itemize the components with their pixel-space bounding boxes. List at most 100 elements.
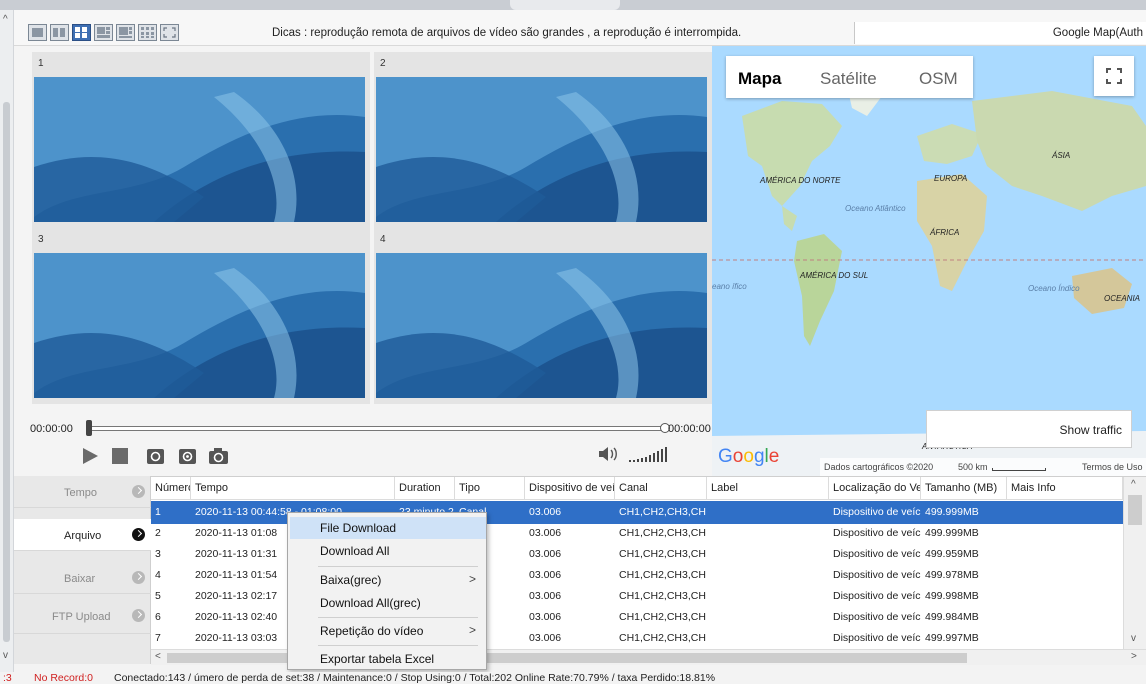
table-cell: 499.978MB [925,569,979,581]
table-cell [707,543,829,566]
playback-slider-handle[interactable] [86,420,92,436]
snapshot-icon[interactable] [208,446,230,466]
table-cell [1007,627,1123,650]
scroll-down-icon[interactable]: v [1131,633,1136,644]
table-cell: Dispositivo de veíc [833,506,921,518]
table-cell: 6 [155,611,161,623]
table-cell: 1 [155,506,161,518]
side-menu-baixar[interactable]: Baixar [14,562,151,594]
map-label-asia: ÁSIA [1052,151,1071,160]
video-grid: 1 2 3 4 [14,46,712,406]
video-cell-2[interactable]: 2 [374,52,712,228]
scroll-up-icon[interactable]: ^ [3,14,8,25]
video-cell-1[interactable]: 1 [32,52,370,228]
layout-4-button[interactable] [72,24,91,41]
scroll-up-icon[interactable]: ^ [1131,479,1136,490]
layout-8-button[interactable] [116,24,135,41]
column-header[interactable]: Tamanho (MB) [921,477,1007,500]
menu-item-file-download[interactable]: File Download [290,517,486,539]
column-header[interactable]: Tipo [455,477,525,500]
layout-6-button[interactable] [94,24,113,41]
column-header[interactable]: Localização do Ve [829,477,921,500]
table-vscroll-thumb[interactable] [1128,495,1142,525]
table-cell: 4 [155,569,161,581]
column-header[interactable]: Label [707,477,829,500]
stop-icon[interactable] [110,446,130,466]
chevron-right-icon [132,609,145,622]
clip-icon[interactable] [178,446,198,466]
menu-separator [318,645,478,646]
menu-item-repeticao-video[interactable]: Repetição do vídeo > [290,620,486,642]
map-fullscreen-button[interactable] [1094,56,1134,96]
submenu-arrow-icon: > [468,623,476,637]
menu-item-exportar-excel[interactable]: Exportar tabela Excel [290,648,486,670]
table-cell: Dispositivo de veíc [833,611,921,623]
side-menu-ftp-upload[interactable]: FTP Upload [14,600,151,634]
chevron-right-icon [132,485,145,498]
video-cell-3[interactable]: 3 [32,228,370,404]
column-header[interactable]: Númerc [151,477,191,500]
table-cell [1007,543,1123,566]
table-cell: 7 [155,632,161,644]
table-cell [707,627,829,650]
fullscreen-layout-button[interactable] [160,24,179,41]
table-cell [1007,501,1123,524]
top-tab-handle[interactable] [510,0,620,10]
column-header[interactable]: Duration [395,477,455,500]
left-scroll-strip[interactable]: ^ v [0,10,14,674]
table-cell: 499.959MB [925,548,979,560]
menu-separator [318,566,478,567]
volume-level-icon[interactable] [628,446,672,464]
record-icon[interactable] [146,446,166,466]
table-cell: Dispositivo de veíc [833,548,921,560]
table-cell: 5 [155,590,161,602]
play-icon[interactable] [80,446,100,466]
side-menu-tempo[interactable]: Tempo [14,476,151,508]
layout-2-button[interactable] [50,24,69,41]
status-prefix: :3 [3,672,12,684]
table-vertical-scrollbar[interactable]: ^ v [1123,477,1146,649]
column-header[interactable]: Tempo [191,477,395,500]
table-cell: CH1,CH2,CH3,CH [619,548,706,560]
map-type-tabs: Mapa Satélite OSM [726,56,973,98]
map-provider-select[interactable]: Google Map(Auth [854,22,1146,44]
toolbar: Dicas : reprodução remota de arquivos de… [14,10,1146,46]
table-cell: CH1,CH2,CH3,CH [619,527,706,539]
menu-item-label: Repetição do vídeo [320,624,424,638]
video-screen [34,253,365,398]
scroll-down-icon[interactable]: v [3,650,8,661]
map-footer: Dados cartográficos ©2020 500 km Termos … [820,458,1146,476]
layout-9-button[interactable] [138,24,157,41]
volume-icon[interactable] [597,444,619,464]
scroll-right-icon[interactable]: > [1131,651,1137,662]
menu-item-label: Download All(grec) [320,596,421,610]
side-menu-arquivo[interactable]: Arquivo [14,519,151,551]
table-cell: 03.006 [529,569,562,581]
menu-item-download-all[interactable]: Download All [290,540,486,562]
map-scale-label: 500 km [958,462,988,472]
table-cell [707,564,829,587]
column-header[interactable]: Dispositivo de veí [525,477,615,500]
show-traffic-button[interactable]: Show traffic [926,410,1132,448]
table-cell [707,585,829,608]
expand-icon [1106,68,1122,84]
layout-1-button[interactable] [28,24,47,41]
playback-slider[interactable] [90,426,664,431]
menu-separator [318,617,478,618]
map-terms-link[interactable]: Termos de Uso [1082,462,1143,472]
video-cell-4[interactable]: 4 [374,228,712,404]
table-cell: CH1,CH2,CH3,CH [619,632,706,644]
column-header[interactable]: Mais Info [1007,477,1123,500]
scroll-left-icon[interactable]: < [155,651,161,662]
map-tab-satelite[interactable]: Satélite [820,69,877,89]
menu-item-baixa-grec[interactable]: Baixa(grec) > [290,569,486,591]
map-tab-mapa[interactable]: Mapa [738,69,781,89]
table-cell [707,501,829,524]
map-tab-osm[interactable]: OSM [919,69,958,89]
menu-item-download-all-grec[interactable]: Download All(grec) [290,592,486,614]
left-scroll-thumb[interactable] [3,102,10,642]
map-view[interactable]: AMÉRICA DO NORTE EUROPA ÁSIA Oceano Atlâ… [712,46,1146,476]
column-header[interactable]: Canal [615,477,707,500]
menu-item-label: Download All [320,544,390,558]
show-traffic-label: Show traffic [1059,423,1122,437]
